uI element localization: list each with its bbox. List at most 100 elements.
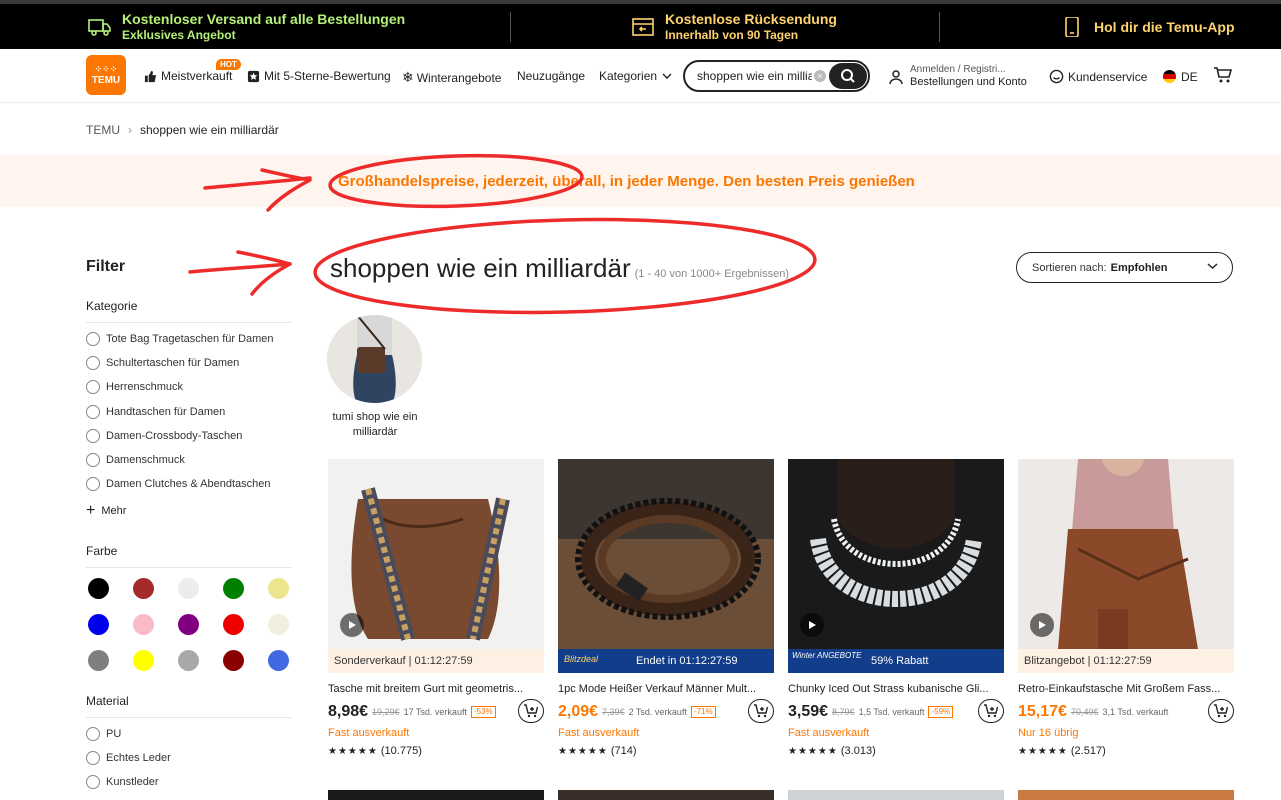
shipping-subtitle: Exklusives Angebot	[122, 27, 236, 42]
product-image[interactable]	[328, 459, 544, 649]
filter-title: Filter	[86, 258, 126, 275]
related-search-item[interactable]: tumi shop wie ein milliardär	[327, 315, 423, 440]
sort-dropdown[interactable]: Sortieren nach: Empfohlen	[1016, 252, 1233, 283]
stock-status: Fast ausverkauft	[788, 727, 870, 739]
color-swatch[interactable]	[268, 614, 289, 635]
play-video-icon[interactable]	[800, 613, 824, 637]
material-option[interactable]: Echtes Leder	[86, 751, 171, 766]
product-card[interactable]: Sonderverkauf | 01:12:27:59 Tasche mit b…	[328, 459, 544, 757]
add-to-cart-button[interactable]	[518, 699, 544, 723]
nav-bestseller[interactable]: Meistverkauft	[144, 69, 232, 83]
product-title[interactable]: 1pc Mode Heißer Verkauf Männer Mult...	[558, 683, 762, 695]
account-menu[interactable]: Anmelden / Registri... Bestellungen und …	[888, 64, 1027, 89]
radio-button[interactable]	[86, 751, 100, 766]
search-bar[interactable]: ×	[683, 60, 870, 92]
nav-new-arrivals[interactable]: Neuzugänge	[517, 69, 585, 83]
radio-button[interactable]	[86, 332, 100, 346]
radio-button[interactable]	[86, 727, 100, 741]
category-option[interactable]: Handtaschen für Damen	[86, 404, 225, 419]
deal-countdown: Endet in 01:12:27:59	[636, 655, 738, 667]
add-to-cart-button[interactable]	[748, 699, 774, 723]
star-rating: ★★★★★	[328, 746, 378, 757]
radio-button[interactable]	[86, 404, 100, 419]
customer-service-label: Kundenservice	[1068, 69, 1148, 84]
breadcrumb-root[interactable]: TEMU	[86, 123, 120, 137]
winter-deal-badge: Winter ANGEBOTE	[792, 651, 862, 660]
free-return-banner[interactable]: Kostenlose Rücksendung Innerhalb von 90 …	[510, 11, 940, 42]
radio-button[interactable]	[86, 477, 100, 492]
next-product-peek	[1018, 790, 1234, 800]
category-option[interactable]: Damen Clutches & Abendtaschen	[86, 477, 271, 492]
radio-button[interactable]	[86, 356, 100, 371]
color-swatch[interactable]	[223, 614, 244, 635]
stock-status: Fast ausverkauft	[328, 727, 410, 739]
product-image[interactable]	[788, 459, 1004, 649]
product-card[interactable]: Winter ANGEBOTE 59% Rabatt Chunky Iced O…	[788, 459, 1004, 757]
search-button[interactable]	[829, 63, 867, 89]
category-option[interactable]: Schultertaschen für Damen	[86, 356, 239, 371]
search-input[interactable]	[697, 69, 812, 83]
divider	[86, 717, 292, 718]
product-title[interactable]: Chunky Iced Out Strass kubanische Gli...	[788, 683, 992, 695]
add-to-cart-button[interactable]	[978, 699, 1004, 723]
nav-five-star[interactable]: Mit 5-Sterne-Bewertung	[247, 69, 391, 83]
more-categories-button[interactable]: + Mehr	[86, 503, 127, 519]
language-selector[interactable]: DE	[1162, 69, 1198, 84]
color-swatch[interactable]	[223, 578, 244, 599]
temu-logo[interactable]: ⁘⁘⁘ TEMU	[86, 55, 126, 95]
product-price: 2,09€	[558, 703, 599, 720]
customer-service[interactable]: Kundenservice	[1049, 69, 1147, 84]
category-option[interactable]: Damen-Crossbody-Taschen	[86, 428, 243, 443]
color-swatch[interactable]	[223, 650, 244, 671]
product-title[interactable]: Tasche mit breitem Gurt mit geometris...	[328, 683, 532, 695]
product-title[interactable]: Retro-Einkaufstasche Mit Großem Fass...	[1018, 683, 1222, 695]
color-swatch[interactable]	[88, 650, 109, 671]
product-image[interactable]	[558, 459, 774, 649]
color-swatch[interactable]	[178, 650, 199, 671]
color-swatch[interactable]	[88, 614, 109, 635]
product-card[interactable]: Blitzdeal Endet in 01:12:27:59 1pc Mode …	[558, 459, 774, 757]
radio-button[interactable]	[86, 453, 100, 467]
radio-button[interactable]	[86, 380, 100, 395]
color-swatch[interactable]	[268, 650, 289, 671]
get-app-link[interactable]: Hol dir die Temu-App	[940, 12, 1281, 42]
sign-in-label: Anmelden / Registri...	[910, 64, 1006, 75]
color-swatch[interactable]	[133, 578, 154, 599]
color-swatch[interactable]	[178, 578, 199, 599]
clear-search-icon[interactable]: ×	[814, 70, 826, 82]
free-shipping-banner[interactable]: Kostenloser Versand auf alle Bestellunge…	[0, 4, 510, 49]
radio-button[interactable]	[86, 428, 100, 443]
material-option[interactable]: PU	[86, 727, 121, 741]
nav-categories[interactable]: Kategorien	[599, 69, 676, 83]
add-to-cart-icon	[754, 704, 769, 718]
more-label: Mehr	[101, 505, 127, 517]
nav-winter[interactable]: ❄ Winterangebote	[402, 69, 501, 86]
product-card[interactable]: Blitzangebot | 01:12:27:59 Retro-Einkauf…	[1018, 459, 1234, 757]
category-filter-title: Kategorie	[86, 299, 138, 313]
return-subtitle: Innerhalb von 90 Tagen	[665, 27, 799, 42]
review-count: (714)	[610, 745, 637, 757]
material-option[interactable]: Kunstleder	[86, 775, 159, 790]
bag-photo-icon	[327, 315, 422, 403]
radio-button[interactable]	[86, 775, 100, 790]
sort-value: Empfohlen	[1110, 261, 1168, 274]
deal-banner: Winter ANGEBOTE 59% Rabatt	[788, 649, 1004, 673]
color-swatch[interactable]	[88, 578, 109, 599]
color-swatch[interactable]	[178, 614, 199, 635]
category-option[interactable]: Herrenschmuck	[86, 380, 183, 395]
category-option[interactable]: Damenschmuck	[86, 453, 185, 467]
add-to-cart-button[interactable]	[1208, 699, 1234, 723]
play-video-icon[interactable]	[340, 613, 364, 637]
color-swatch[interactable]	[268, 578, 289, 599]
cart-button[interactable]	[1213, 66, 1237, 84]
material-label: PU	[106, 728, 122, 740]
category-label: Damen-Crossbody-Taschen	[106, 429, 243, 442]
product-image[interactable]	[1018, 459, 1234, 649]
play-video-icon[interactable]	[1030, 613, 1054, 637]
category-option[interactable]: Tote Bag Tragetaschen für Damen	[86, 332, 274, 346]
add-to-cart-icon	[1214, 704, 1229, 718]
divider	[86, 567, 292, 568]
color-swatch[interactable]	[133, 650, 154, 671]
color-swatch[interactable]	[133, 614, 154, 635]
snowflake-icon: ❄	[402, 69, 414, 85]
